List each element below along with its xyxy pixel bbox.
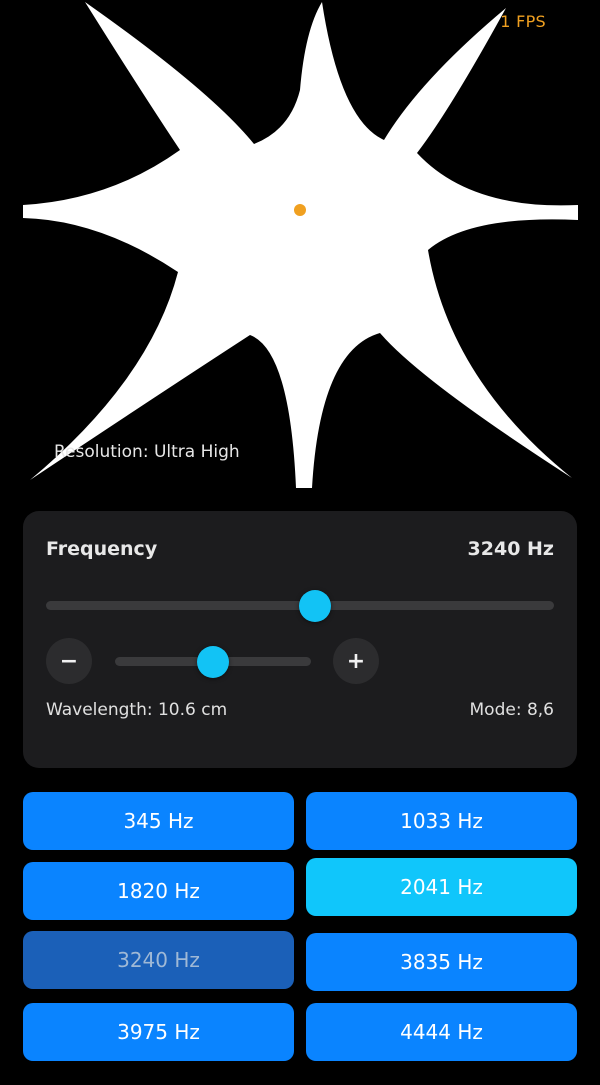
chladni-pattern-shape — [23, 2, 578, 488]
preset-label: 1033 Hz — [400, 809, 483, 833]
frequency-panel: Frequency 3240 Hz − + Wavelength: 10.6 c… — [23, 511, 577, 768]
preset-button-2[interactable]: 1820 Hz — [23, 862, 294, 920]
chladni-pattern — [23, 2, 578, 488]
preset-button-5[interactable]: 3835 Hz — [306, 933, 577, 991]
preset-button-6[interactable]: 3975 Hz — [23, 1003, 294, 1061]
preset-button-0[interactable]: 345 Hz — [23, 792, 294, 850]
center-dot — [294, 204, 306, 216]
decrease-frequency-button[interactable]: − — [46, 638, 92, 684]
preset-button-4[interactable]: 3240 Hz — [23, 931, 294, 989]
preset-button-3[interactable]: 2041 Hz — [306, 858, 577, 916]
resolution-label: Resolution: Ultra High — [54, 442, 240, 462]
frequency-value: 3240 Hz — [467, 538, 554, 560]
frequency-title: Frequency — [46, 538, 158, 560]
preset-label: 3240 Hz — [117, 948, 200, 972]
wavelength-label: Wavelength: 10.6 cm — [46, 700, 228, 720]
mode-label: Mode: 8,6 — [469, 700, 555, 720]
fine-tune-slider-thumb[interactable] — [197, 645, 229, 678]
preset-button-7[interactable]: 4444 Hz — [306, 1003, 577, 1061]
frequency-slider-thumb[interactable] — [299, 589, 332, 622]
plus-icon: + — [346, 648, 366, 674]
fps-counter: 1 FPS — [500, 12, 546, 31]
preset-label: 345 Hz — [123, 809, 194, 833]
chladni-visual: 1 FPS Resolution: Ultra High — [0, 0, 600, 500]
minus-icon: − — [59, 648, 79, 674]
preset-label: 4444 Hz — [400, 1020, 483, 1044]
preset-label: 3975 Hz — [117, 1020, 200, 1044]
preset-button-1[interactable]: 1033 Hz — [306, 792, 577, 850]
preset-label: 1820 Hz — [117, 879, 200, 903]
increase-frequency-button[interactable]: + — [333, 638, 379, 684]
preset-label: 2041 Hz — [400, 875, 483, 899]
preset-label: 3835 Hz — [400, 950, 483, 974]
